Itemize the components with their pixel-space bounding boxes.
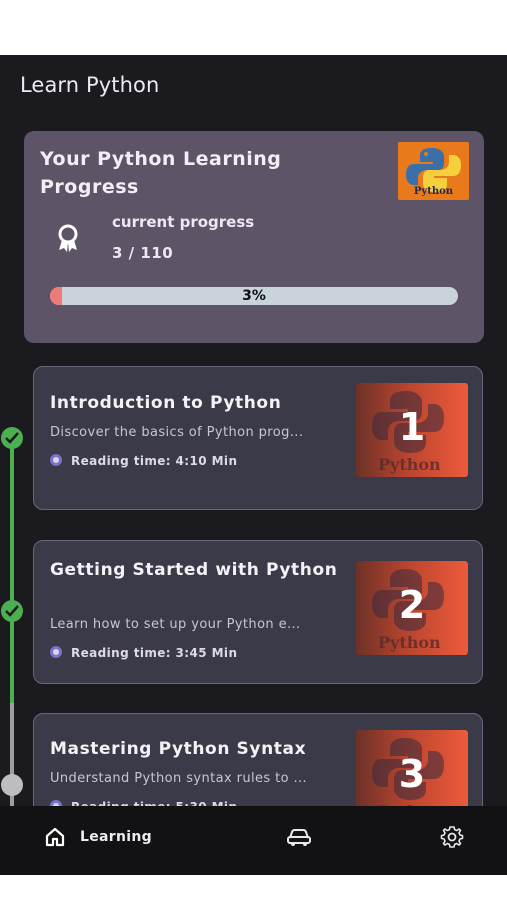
progress-title: Your Python Learning Progress xyxy=(40,148,282,198)
progress-value: 3 / 110 xyxy=(112,244,174,262)
app-screen: Learn Python Your Python Learning Progre… xyxy=(0,55,507,875)
nav-item-settings[interactable] xyxy=(440,806,464,868)
reading-time: Reading time: 4:10 Min xyxy=(50,454,237,468)
lesson-description: Understand Python syntax rules to ... xyxy=(50,771,308,786)
lesson-number: 2 xyxy=(398,583,426,627)
reading-time-text: Reading time: 3:45 Min xyxy=(71,646,238,660)
home-icon xyxy=(45,827,65,847)
lesson-title: Mastering Python Syntax xyxy=(50,739,307,759)
lesson-number: 3 xyxy=(398,752,426,796)
lesson-title: Introduction to Python xyxy=(50,393,282,413)
lesson-description: Discover the basics of Python prog... xyxy=(50,425,304,440)
nav-label-learning: Learning xyxy=(80,829,152,845)
progress-percent: 3% xyxy=(242,288,266,304)
reading-time: Reading time: 3:45 Min xyxy=(50,646,237,660)
python-logo-text: Python xyxy=(413,186,454,197)
bottom-navigation: Learning xyxy=(0,806,507,875)
gear-icon xyxy=(440,826,464,848)
lesson-description: Learn how to set up your Python e... xyxy=(50,617,301,632)
award-badge-icon xyxy=(58,224,78,252)
app-title: Learn Python xyxy=(20,73,160,97)
thumbnail-python-text: Python xyxy=(378,455,441,474)
reading-time-text: Reading time: 4:10 Min xyxy=(71,454,238,468)
clock-icon xyxy=(50,454,62,466)
lesson-number: 1 xyxy=(398,405,426,449)
lesson-card[interactable]: Introduction to Python Discover the basi… xyxy=(33,366,483,510)
nav-item-car[interactable] xyxy=(286,806,312,868)
clock-icon xyxy=(50,646,62,658)
timeline-node-1 xyxy=(1,427,23,449)
timeline-node-3 xyxy=(1,774,23,796)
lesson-thumbnail: Python 1 xyxy=(356,383,468,477)
nav-item-learning[interactable]: Learning xyxy=(44,806,152,868)
lesson-title: Getting Started with Python xyxy=(50,560,338,580)
progress-card: Your Python Learning Progress Python cur… xyxy=(24,131,484,343)
timeline-node-2 xyxy=(1,600,23,622)
car-icon xyxy=(287,829,311,846)
lesson-thumbnail: Python 2 xyxy=(356,561,468,655)
progress-label: current progress xyxy=(112,213,255,231)
timeline-line-done xyxy=(10,435,14,703)
thumbnail-python-text: Python xyxy=(378,633,441,652)
python-logo: Python xyxy=(398,142,469,200)
lesson-card[interactable]: Getting Started with Python Learn how to… xyxy=(33,540,483,684)
progress-bar: 3% xyxy=(50,287,458,305)
